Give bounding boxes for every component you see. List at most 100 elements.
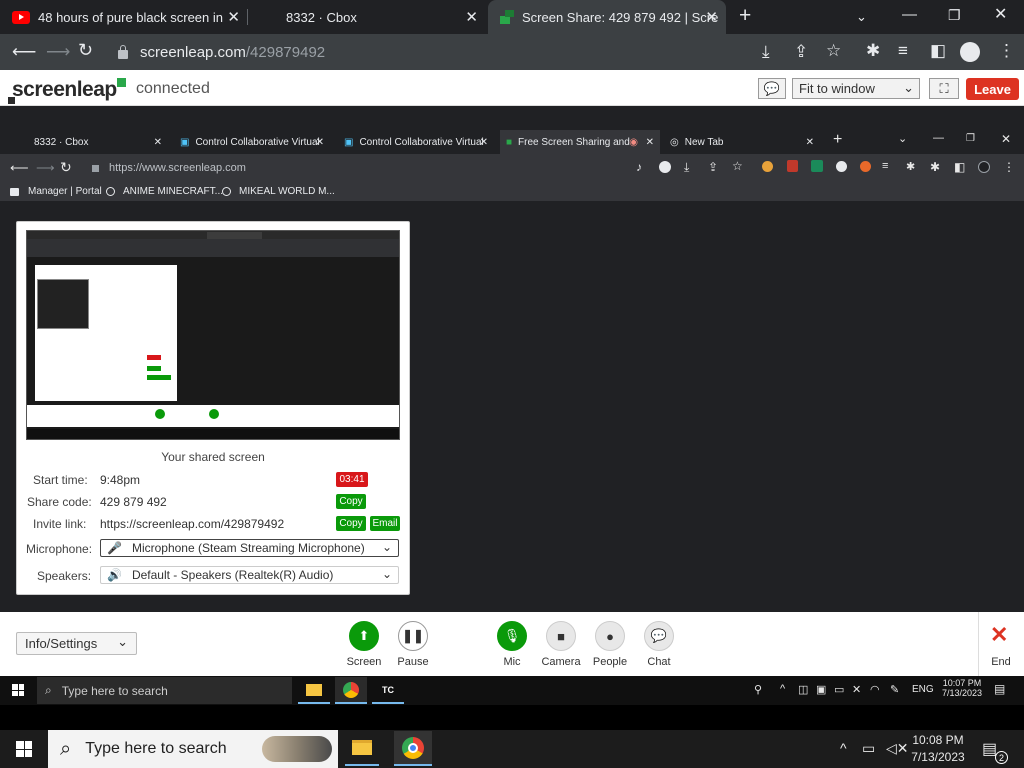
cookie-extension-icon[interactable] bbox=[762, 161, 773, 172]
new-tab-button[interactable]: + bbox=[739, 5, 751, 26]
tray-app-icon[interactable]: ◫ bbox=[798, 683, 808, 696]
close-tab-icon[interactable]: ✕ bbox=[646, 137, 654, 148]
inner-tab-screenleap[interactable]: ■ Free Screen Sharing and ◉ ✕ bbox=[500, 130, 660, 154]
tray-capture-icon[interactable]: ▣ bbox=[816, 683, 826, 696]
battery-icon[interactable]: ▭ bbox=[834, 683, 844, 696]
tab-search-icon[interactable]: ⌄ bbox=[856, 8, 867, 25]
inner-extensions-icon[interactable]: ✱ bbox=[930, 160, 940, 174]
share-icon[interactable]: ⇪ bbox=[794, 43, 808, 60]
close-tab-icon[interactable]: ✕ bbox=[154, 137, 162, 148]
end-session-icon[interactable]: ✕ bbox=[990, 622, 1008, 648]
back-arrow-icon[interactable]: ⟵ bbox=[12, 43, 36, 60]
bookmark-star-icon[interactable]: ☆ bbox=[826, 42, 841, 59]
inner-forward-icon[interactable]: ⟶ bbox=[36, 160, 55, 176]
close-window-button[interactable]: ✕ bbox=[994, 6, 1007, 23]
reading-list-icon[interactable]: ≡ bbox=[898, 42, 908, 59]
google-icon[interactable] bbox=[659, 161, 671, 173]
mic-icon[interactable]: 🎙 bbox=[497, 621, 527, 651]
microphone-select[interactable]: 🎤 Microphone (Steam Streaming Microphone… bbox=[100, 539, 399, 557]
inner-menu-icon[interactable]: ⋮ bbox=[1003, 160, 1015, 174]
inner-new-tab-icon[interactable]: + bbox=[833, 131, 842, 149]
bookmark-manager-portal[interactable]: Manager | Portal bbox=[10, 186, 102, 197]
screen-share-icon[interactable]: ⬆ bbox=[349, 621, 379, 651]
inner-share-icon[interactable]: ⇪ bbox=[708, 160, 718, 174]
close-tab-icon[interactable]: ✕ bbox=[806, 137, 814, 148]
inner-tab-new[interactable]: ◎ New Tab ✕ bbox=[668, 130, 818, 154]
inner-chrome-taskbar-icon[interactable] bbox=[335, 677, 367, 704]
people-tray-icon[interactable]: ⚲ bbox=[754, 683, 762, 696]
wifi-icon[interactable]: ◠ bbox=[870, 683, 880, 696]
close-tab-icon[interactable]: ✕ bbox=[316, 137, 324, 148]
inner-tab-collab-1[interactable]: ▣ Control Collaborative Virtual ✕ bbox=[176, 130, 328, 154]
g-extension-icon[interactable] bbox=[836, 161, 847, 172]
windows-start-icon[interactable] bbox=[16, 741, 32, 757]
inner-tc-app-icon[interactable]: TC bbox=[372, 677, 404, 704]
close-tab-icon[interactable]: ✕ bbox=[480, 137, 488, 148]
chrome-taskbar-icon[interactable] bbox=[394, 731, 432, 766]
bookmark-mikeal-world[interactable]: MIKEAL WORLD M... bbox=[222, 186, 335, 197]
install-app-icon[interactable]: ⤓ bbox=[762, 43, 770, 60]
inner-close-icon[interactable]: ✕ bbox=[1001, 132, 1011, 146]
inner-side-panel-icon[interactable]: ◧ bbox=[954, 160, 965, 174]
inner-taskbar-search[interactable]: ⌕ Type here to search bbox=[37, 677, 292, 704]
inner-star-icon[interactable]: ☆ bbox=[732, 159, 743, 173]
outer-volume-muted-icon[interactable]: ◁✕ bbox=[886, 740, 909, 757]
list-extension-icon[interactable]: ≡ bbox=[882, 160, 888, 172]
outer-tab-cbox[interactable]: 8332 · Cbox ✕ bbox=[250, 0, 486, 34]
minimize-button[interactable]: — bbox=[902, 6, 917, 23]
inner-profile-icon[interactable] bbox=[978, 161, 990, 173]
inner-notification-icon[interactable]: ▤ bbox=[994, 682, 1005, 696]
inner-mic-icon[interactable]: ♪ bbox=[636, 160, 642, 174]
outer-clock[interactable]: 10:08 PM 7/13/2023 bbox=[910, 733, 966, 764]
inner-install-icon[interactable]: ⤓ bbox=[684, 160, 689, 175]
inner-reload-icon[interactable]: ↻ bbox=[60, 159, 72, 176]
reload-icon[interactable]: ↻ bbox=[78, 41, 93, 59]
volume-muted-icon[interactable]: ✕ bbox=[852, 683, 861, 696]
puzzle-extension-icon[interactable]: ✱ bbox=[906, 160, 915, 173]
inner-tab-search-icon[interactable]: ⌄ bbox=[898, 132, 907, 145]
inner-restore-icon[interactable]: ❐ bbox=[966, 133, 975, 144]
chat-toggle-icon[interactable]: 💬 bbox=[758, 78, 786, 99]
close-tab-icon[interactable]: ✕ bbox=[705, 8, 718, 26]
extensions-icon[interactable]: ✱ bbox=[866, 42, 880, 59]
menu-kebab-icon[interactable]: ⋮ bbox=[998, 42, 1015, 59]
inner-tab-cbox[interactable]: 8332 · Cbox ✕ bbox=[30, 130, 166, 154]
restore-button[interactable]: ❐ bbox=[948, 7, 961, 24]
inner-back-icon[interactable]: ⟵ bbox=[10, 160, 29, 176]
inner-address-bar[interactable]: https://www.screenleap.com bbox=[80, 158, 680, 178]
info-settings-button[interactable]: Info/Settings ⌄ bbox=[16, 632, 137, 655]
email-invite-button[interactable]: Email bbox=[370, 516, 400, 531]
orange-extension-icon[interactable] bbox=[860, 161, 871, 172]
camera-icon[interactable]: ■ bbox=[546, 621, 576, 651]
close-tab-icon[interactable]: ✕ bbox=[227, 8, 240, 26]
inner-file-explorer-icon[interactable] bbox=[298, 677, 330, 704]
fit-select[interactable]: Fit to window ⌄ bbox=[792, 78, 920, 99]
outer-tray-overflow-icon[interactable]: ^ bbox=[840, 740, 847, 756]
copy-share-code-button[interactable]: Copy bbox=[336, 494, 366, 509]
file-explorer-icon[interactable] bbox=[345, 731, 379, 766]
chat-icon[interactable]: 💬 bbox=[644, 621, 674, 651]
pause-icon[interactable]: ❚❚ bbox=[398, 621, 428, 651]
address-bar[interactable]: screenleap.com/429879492 bbox=[108, 38, 748, 66]
taskbar-search[interactable]: ⌕ Type here to search bbox=[48, 730, 338, 768]
profile-avatar-icon[interactable] bbox=[960, 42, 980, 62]
outer-tab-youtube[interactable]: 48 hours of pure black screen in ✕ bbox=[0, 0, 248, 34]
ublock-extension-icon[interactable] bbox=[787, 160, 798, 172]
people-icon[interactable]: ● bbox=[595, 621, 625, 651]
forward-arrow-icon[interactable]: ⟶ bbox=[46, 43, 70, 60]
inner-minimize-icon[interactable]: — bbox=[933, 132, 944, 144]
s-extension-icon[interactable] bbox=[811, 160, 823, 172]
side-panel-icon[interactable]: ◧ bbox=[930, 42, 946, 59]
inner-tab-collab-2[interactable]: ▣ Control Collaborative Virtual ✕ bbox=[340, 130, 492, 154]
pen-icon[interactable]: ✎ bbox=[890, 683, 899, 696]
language-indicator[interactable]: ENG bbox=[912, 684, 934, 695]
close-tab-icon[interactable]: ✕ bbox=[465, 8, 478, 26]
inner-clock[interactable]: 10:07 PM 7/13/2023 bbox=[942, 678, 982, 698]
speakers-select[interactable]: 🔊 Default - Speakers (Realtek(R) Audio) … bbox=[100, 566, 399, 584]
inner-windows-start-icon[interactable] bbox=[12, 684, 24, 696]
outer-network-icon[interactable]: ▭ bbox=[862, 740, 875, 757]
bookmark-anime-minecraft[interactable]: ANIME MINECRAFT... bbox=[106, 186, 223, 197]
fullscreen-icon[interactable]: ⛶ bbox=[929, 78, 959, 99]
outer-tab-screenleap[interactable]: Screen Share: 429 879 492 | Scre ✕ bbox=[488, 0, 726, 34]
leave-button[interactable]: Leave bbox=[966, 78, 1019, 100]
